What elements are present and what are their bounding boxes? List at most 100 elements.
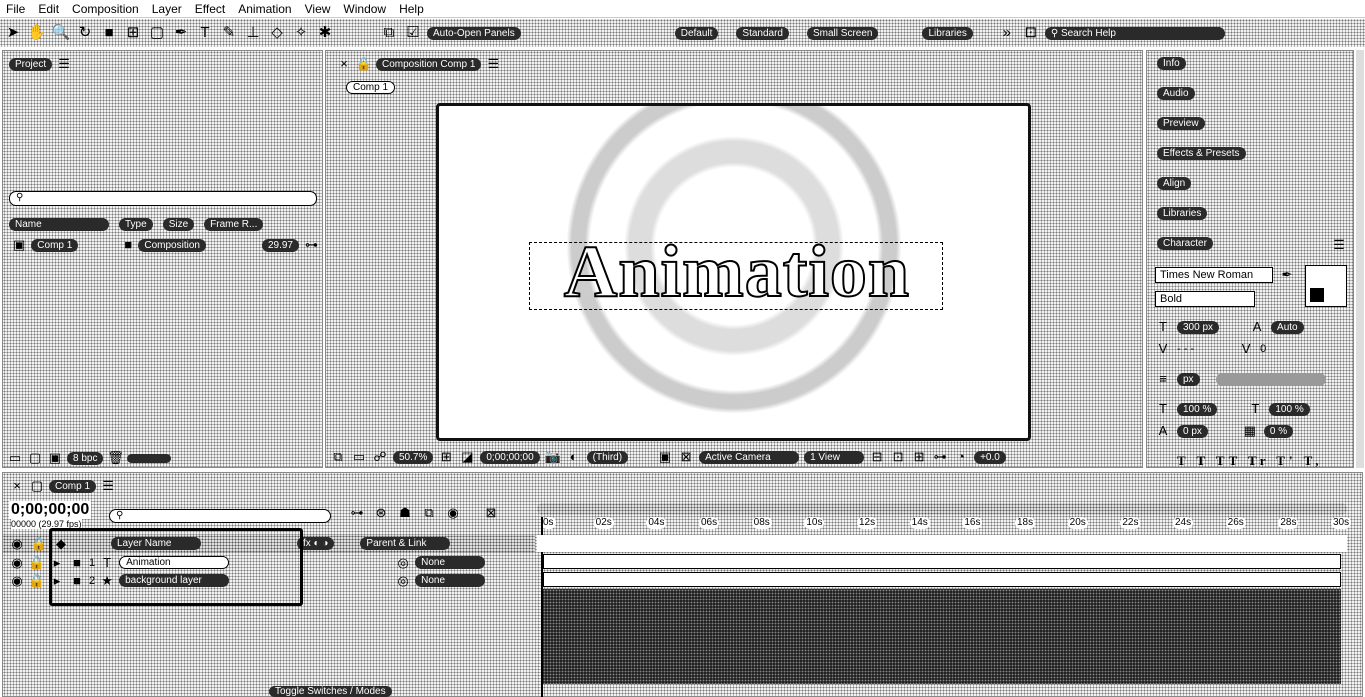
- composition-panel-title[interactable]: Composition Comp 1: [376, 57, 482, 71]
- workspace-standard[interactable]: Standard: [736, 26, 789, 40]
- parent-pickwhip-icon[interactable]: ◎: [395, 555, 411, 571]
- panel-menu-icon[interactable]: ☰: [56, 56, 72, 72]
- menu-animation[interactable]: Animation: [232, 2, 298, 16]
- auto-open-checkbox[interactable]: ☑: [403, 23, 423, 43]
- visibility-icon[interactable]: ◉: [9, 573, 25, 589]
- panel-character[interactable]: Character: [1157, 237, 1213, 250]
- eraser-tool-icon[interactable]: ◇: [267, 23, 287, 43]
- always-preview-icon[interactable]: ⧉: [330, 449, 346, 465]
- motion-blur-icon[interactable]: ◉: [445, 505, 461, 521]
- timeline-tab[interactable]: Comp 1: [49, 479, 97, 493]
- timeline-link-icon[interactable]: ⊞: [911, 449, 927, 465]
- auto-open-panels-label[interactable]: Auto-Open Panels: [427, 26, 521, 40]
- bit-depth-button[interactable]: 8 bpc: [67, 451, 104, 465]
- timeline-search-input[interactable]: ⚲: [109, 509, 331, 523]
- fill-stroke-swatch[interactable]: [1305, 265, 1347, 307]
- close-tab-icon[interactable]: ×: [336, 56, 352, 72]
- col-frame-rate[interactable]: Frame R...: [204, 217, 264, 231]
- 3d-renderer-icon[interactable]: ⊡: [890, 449, 906, 465]
- pixel-aspect-icon[interactable]: ⊟: [869, 449, 885, 465]
- time-ruler[interactable]: 0s 02s 04s 06s 08s 10s 12s 14s 16s 18s 20s 22s 24s 26…: [537, 517, 1352, 531]
- font-size-value[interactable]: 300 px: [1177, 320, 1220, 334]
- stroke-width-value[interactable]: px: [1177, 372, 1200, 386]
- close-tab-icon[interactable]: ×: [9, 478, 25, 494]
- puppet-tool-icon[interactable]: ✱: [315, 23, 335, 43]
- horizontal-scale-value[interactable]: 100 %: [1269, 402, 1310, 416]
- menu-layer[interactable]: Layer: [146, 2, 189, 16]
- pen-tool-icon[interactable]: ✒: [171, 23, 191, 43]
- project-search-input[interactable]: ⚲: [9, 191, 317, 206]
- panel-menu-icon[interactable]: ☰: [1331, 237, 1347, 253]
- vertical-scale-value[interactable]: 100 %: [1177, 402, 1218, 416]
- delete-icon[interactable]: 🗑: [107, 450, 124, 466]
- selection-tool-icon[interactable]: ➤: [3, 23, 23, 43]
- panel-preview[interactable]: Preview: [1157, 117, 1205, 130]
- col-type[interactable]: Type: [119, 217, 153, 231]
- tracking-value[interactable]: 0: [1260, 343, 1266, 355]
- zoom-tool-icon[interactable]: 🔍: [51, 23, 71, 43]
- grid-icon[interactable]: ⊞: [438, 449, 454, 465]
- menu-file[interactable]: File: [0, 2, 32, 16]
- menu-effect[interactable]: Effect: [189, 2, 232, 16]
- tsume-value[interactable]: 0 %: [1263, 424, 1294, 438]
- pan-behind-tool-icon[interactable]: ⊞: [123, 23, 143, 43]
- menu-composition[interactable]: Composition: [66, 2, 146, 16]
- baseline-shift-value[interactable]: 0 px: [1177, 424, 1208, 438]
- font-family-dropdown[interactable]: Times New Roman: [1155, 267, 1273, 283]
- new-comp-icon[interactable]: ▣: [47, 450, 63, 466]
- rectangle-tool-icon[interactable]: ▢: [147, 23, 167, 43]
- camera-dropdown[interactable]: Active Camera: [699, 450, 800, 464]
- font-style-dropdown[interactable]: Bold: [1155, 291, 1255, 307]
- panel-align[interactable]: Align: [1157, 177, 1192, 190]
- workspace-default[interactable]: Default: [674, 26, 719, 40]
- leading-value[interactable]: Auto: [1271, 320, 1304, 334]
- kerning-value[interactable]: - - -: [1177, 343, 1194, 355]
- eyedropper-icon[interactable]: ✒: [1279, 267, 1295, 283]
- region-of-interest-icon[interactable]: ◪: [459, 449, 475, 465]
- panel-libraries[interactable]: Libraries: [1157, 207, 1208, 220]
- layer-bar-2[interactable]: [543, 572, 1341, 587]
- sync-settings-icon[interactable]: ⊡: [1021, 23, 1041, 43]
- rotate-tool-icon[interactable]: ↻: [75, 23, 95, 43]
- parent-link-header[interactable]: Parent & Link: [360, 537, 451, 550]
- work-area-bar[interactable]: [537, 503, 1347, 515]
- snapshot-camera-icon[interactable]: 📷: [545, 449, 561, 465]
- panel-info[interactable]: Info: [1157, 57, 1186, 70]
- show-snapshot-icon[interactable]: ▭: [351, 449, 367, 465]
- interpret-footage-icon[interactable]: ▭: [7, 450, 23, 466]
- workspace-libraries[interactable]: Libraries: [922, 26, 973, 40]
- thumbnail-slider[interactable]: [127, 453, 172, 463]
- frame-blending-icon[interactable]: ⧉: [421, 505, 437, 521]
- search-help-field[interactable]: ⚲ Search Help: [1044, 26, 1225, 40]
- zoom-dropdown[interactable]: 50.7%: [393, 450, 434, 464]
- transparency-grid-icon[interactable]: ⊠: [678, 449, 694, 465]
- graph-editor-icon[interactable]: ⊠: [483, 505, 499, 521]
- fast-previews-icon[interactable]: ▣: [657, 449, 673, 465]
- flowchart-view-icon[interactable]: ⊶: [932, 449, 948, 465]
- flowchart-icon[interactable]: ⊶: [305, 237, 318, 253]
- layer-lock-icon[interactable]: 🔒: [29, 573, 45, 589]
- type-tool-icon[interactable]: T: [195, 23, 215, 43]
- faux-style-buttons[interactable]: T T TT Tr T' T,: [1177, 453, 1323, 469]
- col-size[interactable]: Size: [162, 217, 195, 231]
- viewer-timecode[interactable]: 0;00;00;00: [480, 450, 540, 464]
- layer-bar-1[interactable]: [543, 554, 1341, 569]
- camera-tool-icon[interactable]: ■: [99, 23, 119, 43]
- layer-lock-icon[interactable]: 🔒: [29, 555, 45, 571]
- roto-brush-tool-icon[interactable]: ✧: [291, 23, 311, 43]
- stroke-style-dropdown[interactable]: [1215, 372, 1326, 386]
- hand-tool-icon[interactable]: ✋: [27, 23, 47, 43]
- menu-edit[interactable]: Edit: [32, 2, 66, 16]
- view-layout-dropdown[interactable]: 1 View: [804, 450, 865, 464]
- more-workspaces-icon[interactable]: »: [997, 23, 1017, 43]
- comp-mini-flowchart-icon[interactable]: ⊶: [349, 505, 365, 521]
- visibility-icon[interactable]: ◉: [9, 555, 25, 571]
- panel-menu-icon[interactable]: ☰: [485, 56, 501, 72]
- lock-icon[interactable]: 🔒: [356, 56, 372, 72]
- toggle-switches-modes[interactable]: Toggle Switches / Modes: [269, 685, 392, 697]
- menu-window[interactable]: Window: [337, 2, 393, 16]
- project-panel-title[interactable]: Project: [9, 57, 53, 71]
- parent-pickwhip-icon[interactable]: ◎: [395, 573, 411, 589]
- reset-exposure-icon[interactable]: ◔: [953, 449, 969, 465]
- label-color-icon[interactable]: ■: [124, 237, 132, 253]
